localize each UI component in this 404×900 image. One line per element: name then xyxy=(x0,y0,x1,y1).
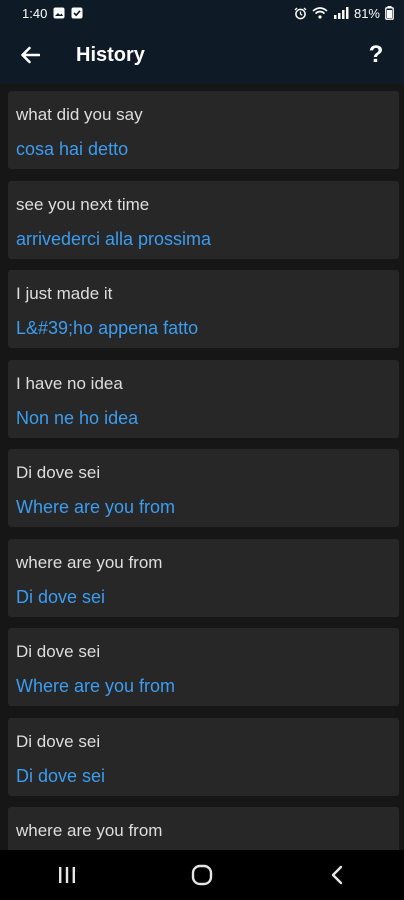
status-battery-text: 81% xyxy=(353,5,380,21)
source-text: Di dove sei xyxy=(16,642,101,661)
status-left: 1:40 xyxy=(22,6,83,21)
translation-text: Non ne ho idea xyxy=(16,408,139,428)
app-bar: History ? xyxy=(0,26,404,84)
history-item[interactable]: see you next time arrivederci alla pross… xyxy=(8,181,399,259)
history-item[interactable]: Di dove sei Where are you from xyxy=(8,628,399,706)
history-list: what did you say cosa hai detto see you … xyxy=(0,84,404,850)
home-button[interactable] xyxy=(172,850,232,900)
history-item[interactable]: I just made it L&#39;ho appena fatto xyxy=(8,270,399,348)
page-title: History xyxy=(76,43,145,66)
history-item[interactable]: where are you from Di dove sei xyxy=(8,539,399,617)
gallery-icon xyxy=(53,7,65,19)
source-text: Di dove sei xyxy=(16,732,101,751)
history-item[interactable]: I have no idea Non ne ho idea xyxy=(8,360,399,438)
back-button[interactable] xyxy=(0,26,60,84)
source-text: see you next time xyxy=(16,195,150,214)
back-icon xyxy=(331,865,342,885)
translation-text: L&#39;ho appena fatto xyxy=(16,318,199,338)
check-box-icon xyxy=(71,7,83,19)
alarm-icon xyxy=(294,7,307,20)
help-button[interactable]: ? xyxy=(348,26,404,84)
battery-icon xyxy=(385,6,394,20)
status-bar: 1:40 81% xyxy=(0,0,404,26)
system-nav-bar xyxy=(0,850,404,900)
history-item[interactable]: what did you say cosa hai detto xyxy=(8,91,399,169)
translation-text: Where are you from xyxy=(16,497,176,517)
recent-apps-button[interactable] xyxy=(37,850,97,900)
status-right: 81% xyxy=(294,6,394,21)
translation-text: arrivederci alla prossima xyxy=(16,229,212,249)
history-item[interactable]: Di dove sei Where are you from xyxy=(8,449,399,527)
source-text: what did you say xyxy=(16,105,143,124)
back-nav-button[interactable] xyxy=(307,850,367,900)
source-text: I just made it xyxy=(16,284,113,303)
source-text: I have no idea xyxy=(16,374,123,393)
signal-icon xyxy=(333,7,349,19)
source-text: Di dove sei xyxy=(16,463,101,482)
translation-text: Where are you from xyxy=(16,676,176,696)
arrow-left-icon xyxy=(21,46,40,64)
status-time: 1:40 xyxy=(22,5,48,21)
home-icon xyxy=(191,864,213,886)
history-item[interactable]: where are you from xyxy=(8,807,399,850)
translation-text: Di dove sei xyxy=(16,587,106,607)
source-text: where are you from xyxy=(16,553,163,572)
recent-apps-icon xyxy=(59,867,76,883)
translation-text: Di dove sei xyxy=(16,766,106,786)
history-item[interactable]: Di dove sei Di dove sei xyxy=(8,718,399,796)
source-text: where are you from xyxy=(16,821,163,840)
translation-text: cosa hai detto xyxy=(16,139,129,159)
wifi-icon xyxy=(312,7,328,19)
